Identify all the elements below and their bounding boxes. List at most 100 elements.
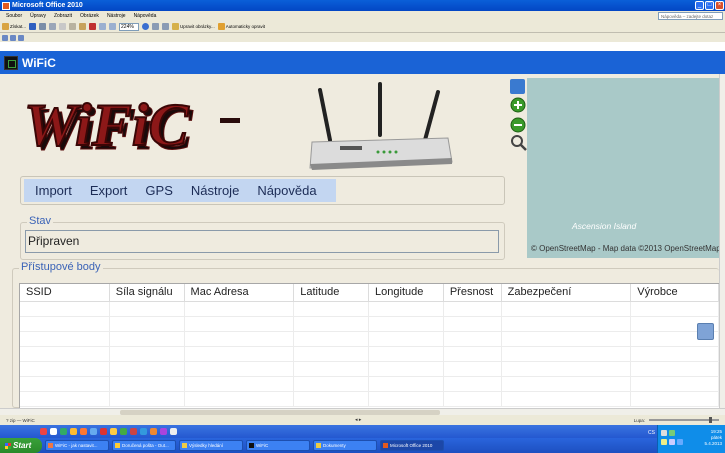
- column-header[interactable]: Mac Adresa: [185, 284, 295, 301]
- access-points-table[interactable]: SSID Síla signálu Mac Adresa Latitude Longit…: [19, 283, 720, 409]
- delete-icon[interactable]: [89, 23, 97, 30]
- undo-icon[interactable]: [99, 23, 107, 30]
- quick-launch-icon[interactable]: [160, 428, 167, 435]
- table-row[interactable]: [20, 392, 719, 407]
- search-icon[interactable]: [510, 134, 528, 152]
- quick-launch-icon[interactable]: [110, 428, 117, 435]
- quick-launch-icon[interactable]: [50, 428, 57, 435]
- rotate-icon[interactable]: [152, 23, 160, 30]
- edit-pictures-button[interactable]: Upravit obrázky...: [172, 22, 215, 31]
- quick-launch-icon[interactable]: [150, 428, 157, 435]
- menu-file[interactable]: Soubor: [6, 13, 22, 19]
- edit-pictures-icon: [172, 23, 180, 30]
- quick-launch-icon[interactable]: [170, 428, 177, 435]
- table-row[interactable]: [20, 377, 719, 392]
- copy-icon[interactable]: [69, 23, 77, 30]
- quick-launch-icon[interactable]: [140, 428, 147, 435]
- tray-icon[interactable]: [661, 439, 667, 445]
- taskbar-item[interactable]: Dokumenty: [313, 440, 377, 451]
- column-header[interactable]: Zabezpečení: [502, 284, 632, 301]
- help-search-input[interactable]: Nápověda – zadejte dotaz: [658, 12, 723, 20]
- zoom-slider[interactable]: [649, 417, 719, 423]
- tray-icon[interactable]: [669, 439, 675, 445]
- zoom-select[interactable]: 224%: [119, 22, 140, 31]
- preview-icon[interactable]: [49, 23, 57, 30]
- table-cell: [631, 347, 719, 362]
- quick-launch-icon[interactable]: [100, 428, 107, 435]
- quick-launch-icon[interactable]: [130, 428, 137, 435]
- table-cell: [444, 302, 502, 317]
- menu-view[interactable]: Zobrazit: [54, 13, 72, 19]
- save-icon[interactable]: [29, 23, 37, 30]
- close-button[interactable]: ×: [715, 1, 724, 10]
- quick-launch-icon[interactable]: [40, 428, 47, 435]
- column-header[interactable]: SSID: [20, 284, 110, 301]
- menu-gps[interactable]: GPS: [145, 183, 172, 198]
- page-navigation[interactable]: ◂ ▸: [355, 417, 361, 423]
- quick-launch-icon[interactable]: [90, 428, 97, 435]
- table-cell: [185, 392, 295, 407]
- redo-icon[interactable]: [109, 23, 117, 30]
- page-view-icon[interactable]: [18, 34, 24, 41]
- table-cell: [502, 332, 632, 347]
- quick-launch-icon[interactable]: [70, 428, 77, 435]
- menu-import[interactable]: Import: [35, 183, 72, 198]
- menu-tools[interactable]: Nástroje: [107, 13, 126, 19]
- help-icon[interactable]: [142, 23, 150, 30]
- office-status-bar: ? zip — WiFiC ◂ ▸ Lupa:: [0, 415, 725, 425]
- menu-napoveda[interactable]: Nápověda: [257, 183, 316, 198]
- print-icon[interactable]: [39, 23, 47, 30]
- map-layers-icon[interactable]: [510, 79, 525, 94]
- table-cell: [444, 332, 502, 347]
- table-row[interactable]: [20, 362, 719, 377]
- map-view[interactable]: Ascension Island © OpenStreetMap - Map d…: [527, 78, 721, 258]
- scan-button[interactable]: Získat...: [2, 22, 26, 31]
- menu-picture[interactable]: Obrázek: [80, 13, 99, 19]
- table-row[interactable]: [20, 317, 719, 332]
- table-cell: [110, 317, 185, 332]
- column-header[interactable]: Výrobce: [631, 284, 719, 301]
- language-indicator[interactable]: CS: [648, 430, 655, 436]
- tray-icon[interactable]: [661, 430, 667, 436]
- filmstrip-view-icon[interactable]: [10, 34, 16, 41]
- clock[interactable]: 19:25 pátek 5.4.2013: [704, 429, 722, 447]
- start-button[interactable]: Start: [0, 438, 42, 453]
- menu-help[interactable]: Nápověda: [134, 13, 157, 19]
- column-header[interactable]: Longitude: [369, 284, 444, 301]
- menu-edit[interactable]: Úpravy: [30, 13, 46, 19]
- table-cell: [294, 347, 369, 362]
- taskbar-item[interactable]: Doručená pošta - Out...: [112, 440, 176, 451]
- zoom-out-icon[interactable]: [510, 117, 526, 133]
- quick-launch-icon[interactable]: [120, 428, 127, 435]
- vertical-scrollbar[interactable]: [719, 74, 725, 408]
- quick-launch-icon[interactable]: [80, 428, 87, 435]
- column-header[interactable]: Latitude: [294, 284, 370, 301]
- menu-nastroje[interactable]: Nástroje: [191, 183, 239, 198]
- menu-export[interactable]: Export: [90, 183, 128, 198]
- taskbar-item[interactable]: WiFiC - jak nastavit...: [45, 440, 109, 451]
- crop-icon[interactable]: [162, 23, 170, 30]
- tray-icon[interactable]: [669, 430, 675, 436]
- maximize-button[interactable]: □: [705, 1, 714, 10]
- volume-icon[interactable]: [677, 439, 683, 445]
- taskbar-item[interactable]: Výsledky hledání: [179, 440, 243, 451]
- zoom-label: Lupa:: [633, 417, 645, 423]
- folder-icon: [316, 443, 321, 448]
- taskbar-item[interactable]: WiFiC: [246, 440, 310, 451]
- quick-launch-icon[interactable]: [60, 428, 67, 435]
- paste-icon[interactable]: [79, 23, 87, 30]
- table-cell: [444, 347, 502, 362]
- cut-icon[interactable]: [59, 23, 67, 30]
- table-row[interactable]: [20, 302, 719, 317]
- scroll-to-bottom-button[interactable]: [697, 323, 714, 340]
- taskbar-item-active[interactable]: Microsoft Office 2010: [380, 440, 444, 451]
- autocorrect-button[interactable]: Automaticky opravit: [217, 22, 265, 31]
- column-header[interactable]: Přesnost: [444, 284, 502, 301]
- zoom-in-icon[interactable]: [510, 97, 526, 113]
- thumbnail-view-icon[interactable]: [2, 34, 8, 41]
- horizontal-scrollbar[interactable]: [0, 408, 725, 415]
- column-header[interactable]: Síla signálu: [110, 284, 185, 301]
- minimize-button[interactable]: _: [695, 1, 704, 10]
- table-row[interactable]: [20, 332, 719, 347]
- table-row[interactable]: [20, 347, 719, 362]
